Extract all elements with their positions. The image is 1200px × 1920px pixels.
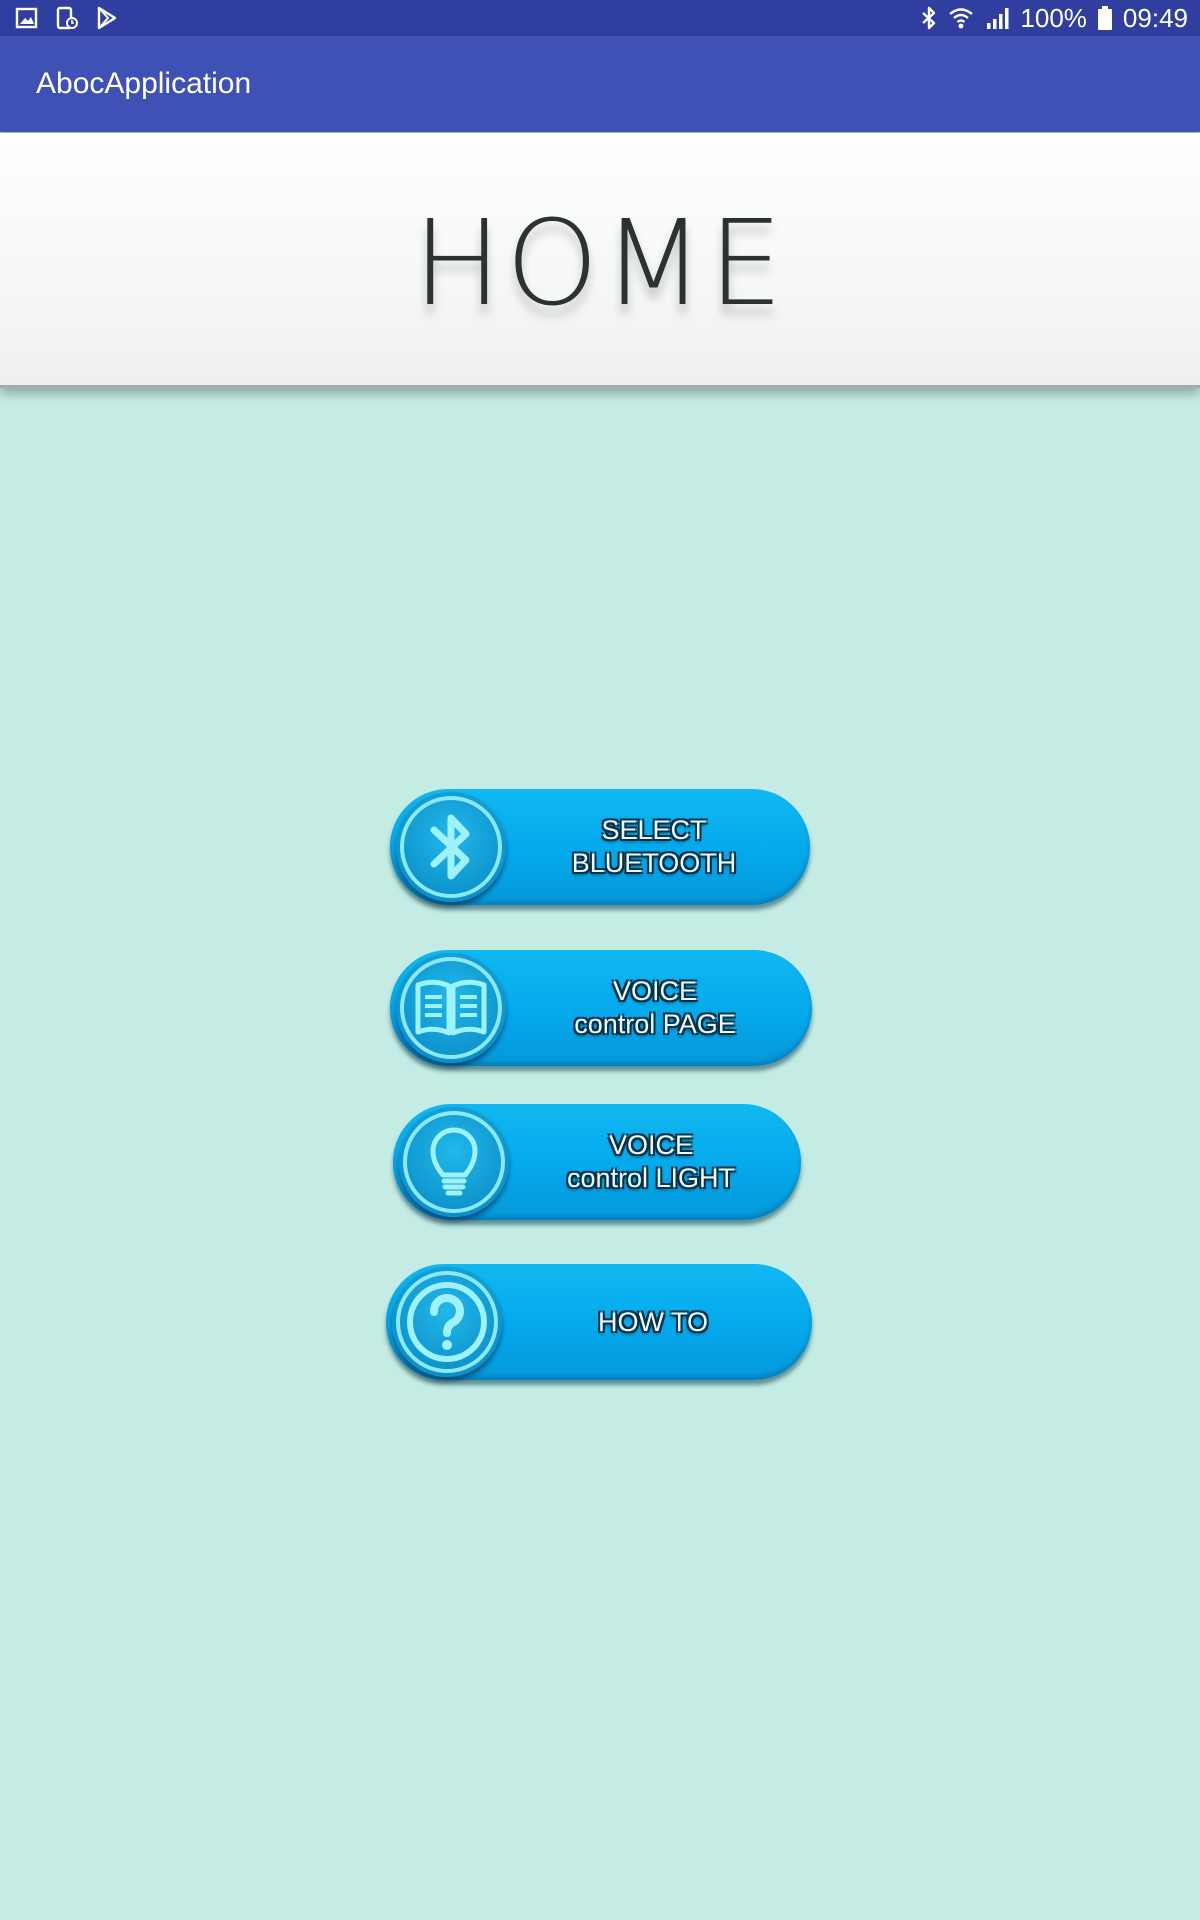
battery-level: 100% (1020, 2, 1087, 33)
wifi-icon (948, 5, 974, 31)
label-line-1: HOW TO (597, 1306, 708, 1337)
label-line-2: control LIGHT (566, 1163, 736, 1193)
app-bar: AbocApplication (0, 36, 1200, 132)
voice-control-light-button[interactable]: VOICE control LIGHT (393, 1104, 801, 1220)
app-title: AbocApplication (36, 67, 252, 100)
home-banner: HOME (0, 133, 1200, 388)
select-bluetooth-label: SELECT BLUETOOTH (506, 789, 802, 905)
voice-control-page-button[interactable]: VOICE control PAGE (390, 950, 812, 1066)
lightbulb-icon (399, 1107, 509, 1217)
clock: 09:49 (1122, 2, 1188, 33)
select-bluetooth-button[interactable]: SELECT BLUETOOTH (390, 789, 810, 905)
label-line-2: BLUETOOTH (571, 848, 737, 878)
page-title: HOME (413, 194, 787, 332)
image-icon (14, 5, 40, 31)
bluetooth-icon (396, 792, 506, 902)
how-to-label: HOW TO (502, 1264, 804, 1380)
signal-icon (984, 5, 1010, 31)
how-to-button[interactable]: HOW TO (386, 1264, 812, 1380)
bluetooth-icon (920, 5, 938, 31)
label-line-1: SELECT (601, 815, 707, 845)
book-icon (396, 953, 506, 1063)
play-store-icon (94, 5, 120, 31)
label-line-1: VOICE (612, 976, 698, 1006)
system-status: 100% 09:49 (920, 2, 1188, 34)
question-icon (392, 1267, 502, 1377)
voice-control-light-label: VOICE control LIGHT (509, 1104, 793, 1220)
label-line-2: control PAGE (574, 1009, 736, 1039)
voice-control-page-label: VOICE control PAGE (506, 950, 804, 1066)
device-sync-icon (54, 5, 80, 31)
notification-icons (14, 5, 120, 31)
label-line-1: VOICE (608, 1130, 694, 1160)
battery-icon (1097, 5, 1113, 31)
status-bar: 100% 09:49 (0, 0, 1200, 36)
